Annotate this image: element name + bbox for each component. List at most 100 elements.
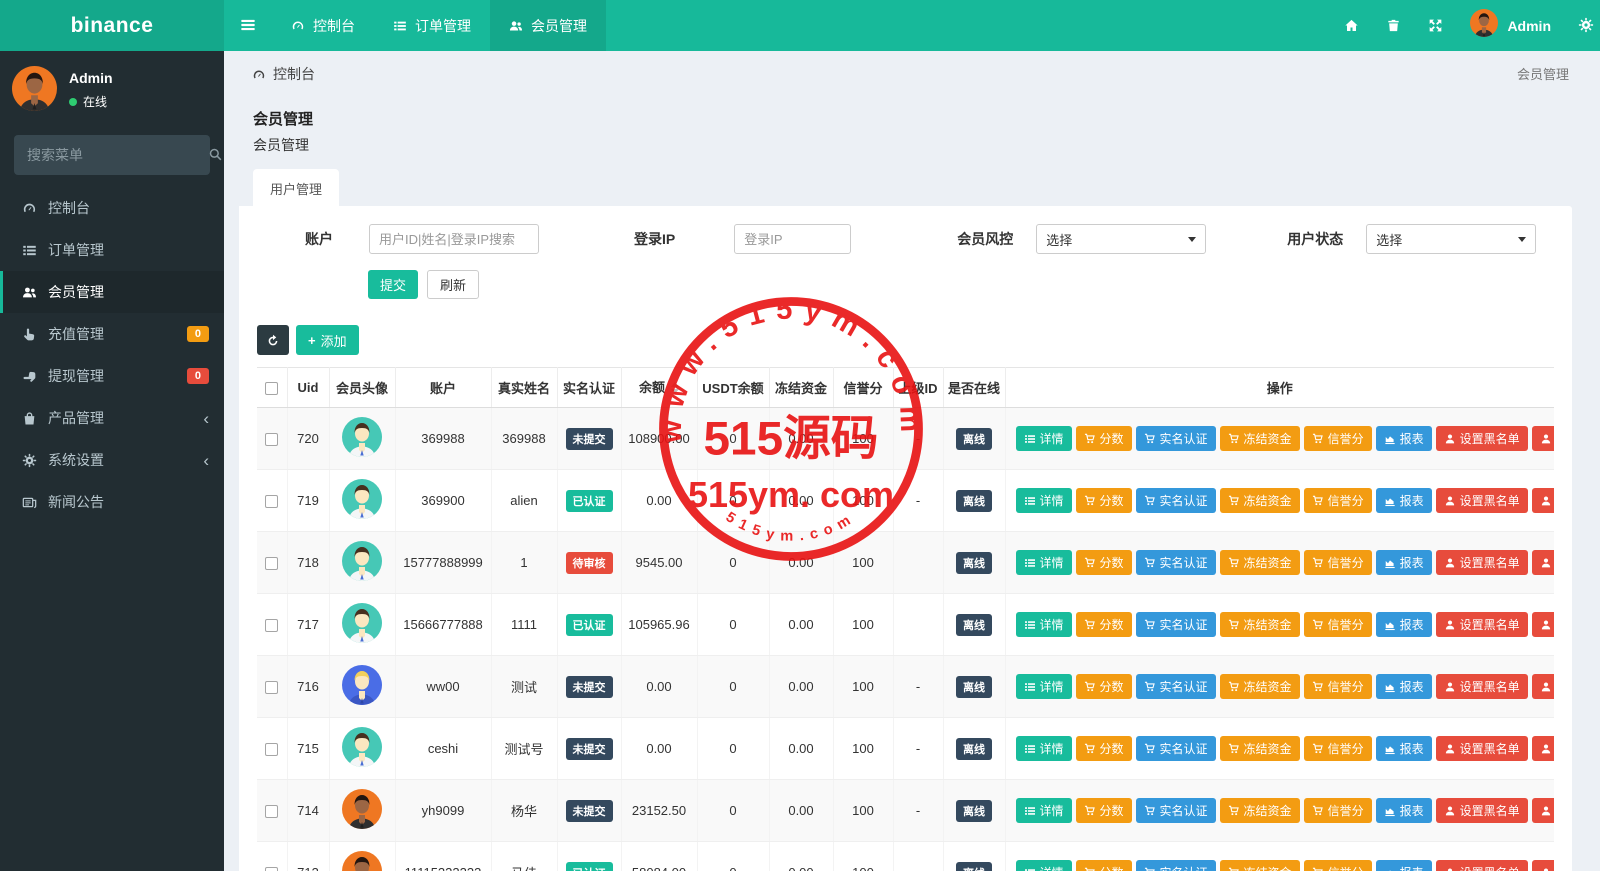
action-report-button[interactable]: 报表	[1375, 736, 1432, 761]
sidebar-toggle-button[interactable]	[224, 0, 272, 51]
sidebar-item-withdraw[interactable]: 提现管理 0	[0, 355, 224, 397]
menu-search-input[interactable]	[27, 147, 208, 163]
action-detail-button[interactable]: 详情	[1015, 736, 1072, 761]
sidebar-item-news[interactable]: 新闻公告	[0, 481, 224, 523]
action-report-button[interactable]: 报表	[1375, 612, 1432, 637]
action-score-button[interactable]: 分数	[1075, 736, 1132, 761]
sidebar-item-members[interactable]: 会员管理	[0, 271, 224, 313]
action-freeze-button[interactable]: 冻结	[1531, 426, 1554, 451]
action-set-blacklist-button[interactable]: 设置黑名单	[1435, 860, 1528, 871]
action-freeze-button[interactable]: 冻结	[1531, 674, 1554, 699]
action-detail-button[interactable]: 详情	[1015, 488, 1072, 513]
nav-item-orders[interactable]: 订单管理	[374, 0, 490, 51]
member-risk-select[interactable]: 选择	[1036, 224, 1207, 254]
action-freeze-button[interactable]: 冻结	[1531, 550, 1554, 575]
action-freeze-funds-button[interactable]: 冻结资金	[1219, 798, 1300, 823]
home-button[interactable]	[1344, 17, 1359, 35]
sidebar-item-products[interactable]: 产品管理 ‹	[0, 397, 224, 439]
action-realname-auth-button[interactable]: 实名认证	[1135, 798, 1216, 823]
action-freeze-funds-button[interactable]: 冻结资金	[1219, 674, 1300, 699]
action-realname-auth-button[interactable]: 实名认证	[1135, 860, 1216, 871]
action-score-button[interactable]: 分数	[1075, 426, 1132, 451]
action-set-blacklist-button[interactable]: 设置黑名单	[1435, 674, 1528, 699]
action-set-blacklist-button[interactable]: 设置黑名单	[1435, 736, 1528, 761]
action-freeze-funds-button[interactable]: 冻结资金	[1219, 550, 1300, 575]
action-score-button[interactable]: 分数	[1075, 488, 1132, 513]
row-checkbox[interactable]	[265, 805, 279, 819]
action-freeze-button[interactable]: 冻结	[1531, 798, 1554, 823]
action-freeze-button[interactable]: 冻结	[1531, 612, 1554, 637]
action-credit-score-button[interactable]: 信誉分	[1303, 860, 1372, 871]
sidebar-item-recharge[interactable]: 充值管理 0	[0, 313, 224, 355]
column-header[interactable]: 余额	[621, 367, 698, 408]
action-set-blacklist-button[interactable]: 设置黑名单	[1435, 612, 1528, 637]
row-checkbox[interactable]	[265, 681, 279, 695]
action-realname-auth-button[interactable]: 实名认证	[1135, 736, 1216, 761]
row-checkbox[interactable]	[265, 433, 279, 447]
nav-item-dashboard[interactable]: 控制台	[272, 0, 374, 51]
add-button[interactable]: + 添加	[296, 325, 359, 355]
tab-user-management[interactable]: 用户管理	[253, 169, 340, 207]
action-freeze-funds-button[interactable]: 冻结资金	[1219, 612, 1300, 637]
action-report-button[interactable]: 报表	[1375, 426, 1432, 451]
action-report-button[interactable]: 报表	[1375, 860, 1432, 871]
action-score-button[interactable]: 分数	[1075, 612, 1132, 637]
action-freeze-button[interactable]: 冻结	[1531, 488, 1554, 513]
action-realname-auth-button[interactable]: 实名认证	[1135, 612, 1216, 637]
sidebar-item-dashboard[interactable]: 控制台	[0, 187, 224, 229]
settings-button[interactable]	[1578, 17, 1594, 35]
action-set-blacklist-button[interactable]: 设置黑名单	[1435, 488, 1528, 513]
action-score-button[interactable]: 分数	[1075, 674, 1132, 699]
action-freeze-funds-button[interactable]: 冻结资金	[1219, 426, 1300, 451]
action-freeze-button[interactable]: 冻结	[1531, 860, 1554, 871]
action-realname-auth-button[interactable]: 实名认证	[1135, 674, 1216, 699]
submit-button[interactable]: 提交	[368, 270, 419, 299]
select-all-checkbox[interactable]	[265, 382, 279, 396]
row-checkbox[interactable]	[265, 619, 279, 633]
action-score-button[interactable]: 分数	[1075, 860, 1132, 871]
nav-item-members[interactable]: 会员管理	[490, 0, 606, 51]
action-report-button[interactable]: 报表	[1375, 488, 1432, 513]
action-realname-auth-button[interactable]: 实名认证	[1135, 550, 1216, 575]
breadcrumb-left[interactable]: 控制台	[252, 64, 315, 84]
action-freeze-funds-button[interactable]: 冻结资金	[1219, 488, 1300, 513]
brand-logo[interactable]: binance	[0, 0, 224, 51]
action-report-button[interactable]: 报表	[1375, 550, 1432, 575]
action-credit-score-button[interactable]: 信誉分	[1303, 426, 1372, 451]
action-set-blacklist-button[interactable]: 设置黑名单	[1435, 550, 1528, 575]
clear-cache-button[interactable]	[1386, 17, 1401, 35]
row-checkbox[interactable]	[265, 495, 279, 509]
sort-icon[interactable]	[671, 378, 679, 398]
action-credit-score-button[interactable]: 信誉分	[1303, 488, 1372, 513]
row-checkbox[interactable]	[265, 743, 279, 757]
row-checkbox[interactable]	[265, 867, 279, 871]
action-set-blacklist-button[interactable]: 设置黑名单	[1435, 798, 1528, 823]
action-detail-button[interactable]: 详情	[1015, 798, 1072, 823]
action-detail-button[interactable]: 详情	[1015, 612, 1072, 637]
sidebar-item-orders[interactable]: 订单管理	[0, 229, 224, 271]
row-checkbox[interactable]	[265, 557, 279, 571]
user-status-select[interactable]: 选择	[1366, 224, 1537, 254]
action-credit-score-button[interactable]: 信誉分	[1303, 798, 1372, 823]
search-button[interactable]	[208, 146, 223, 164]
action-detail-button[interactable]: 详情	[1015, 426, 1072, 451]
login-ip-input[interactable]	[734, 224, 852, 254]
action-score-button[interactable]: 分数	[1075, 798, 1132, 823]
fullscreen-button[interactable]	[1428, 17, 1443, 35]
action-credit-score-button[interactable]: 信誉分	[1303, 736, 1372, 761]
action-report-button[interactable]: 报表	[1375, 674, 1432, 699]
action-freeze-funds-button[interactable]: 冻结资金	[1219, 736, 1300, 761]
action-freeze-button[interactable]: 冻结	[1531, 736, 1554, 761]
action-realname-auth-button[interactable]: 实名认证	[1135, 426, 1216, 451]
account-search-input[interactable]	[369, 224, 539, 254]
action-credit-score-button[interactable]: 信誉分	[1303, 550, 1372, 575]
action-detail-button[interactable]: 详情	[1015, 674, 1072, 699]
action-set-blacklist-button[interactable]: 设置黑名单	[1435, 426, 1528, 451]
action-report-button[interactable]: 报表	[1375, 798, 1432, 823]
action-realname-auth-button[interactable]: 实名认证	[1135, 488, 1216, 513]
action-detail-button[interactable]: 详情	[1015, 550, 1072, 575]
refresh-button[interactable]: 刷新	[427, 270, 480, 299]
action-detail-button[interactable]: 详情	[1015, 860, 1072, 871]
sidebar-item-settings[interactable]: 系统设置 ‹	[0, 439, 224, 481]
action-credit-score-button[interactable]: 信誉分	[1303, 612, 1372, 637]
